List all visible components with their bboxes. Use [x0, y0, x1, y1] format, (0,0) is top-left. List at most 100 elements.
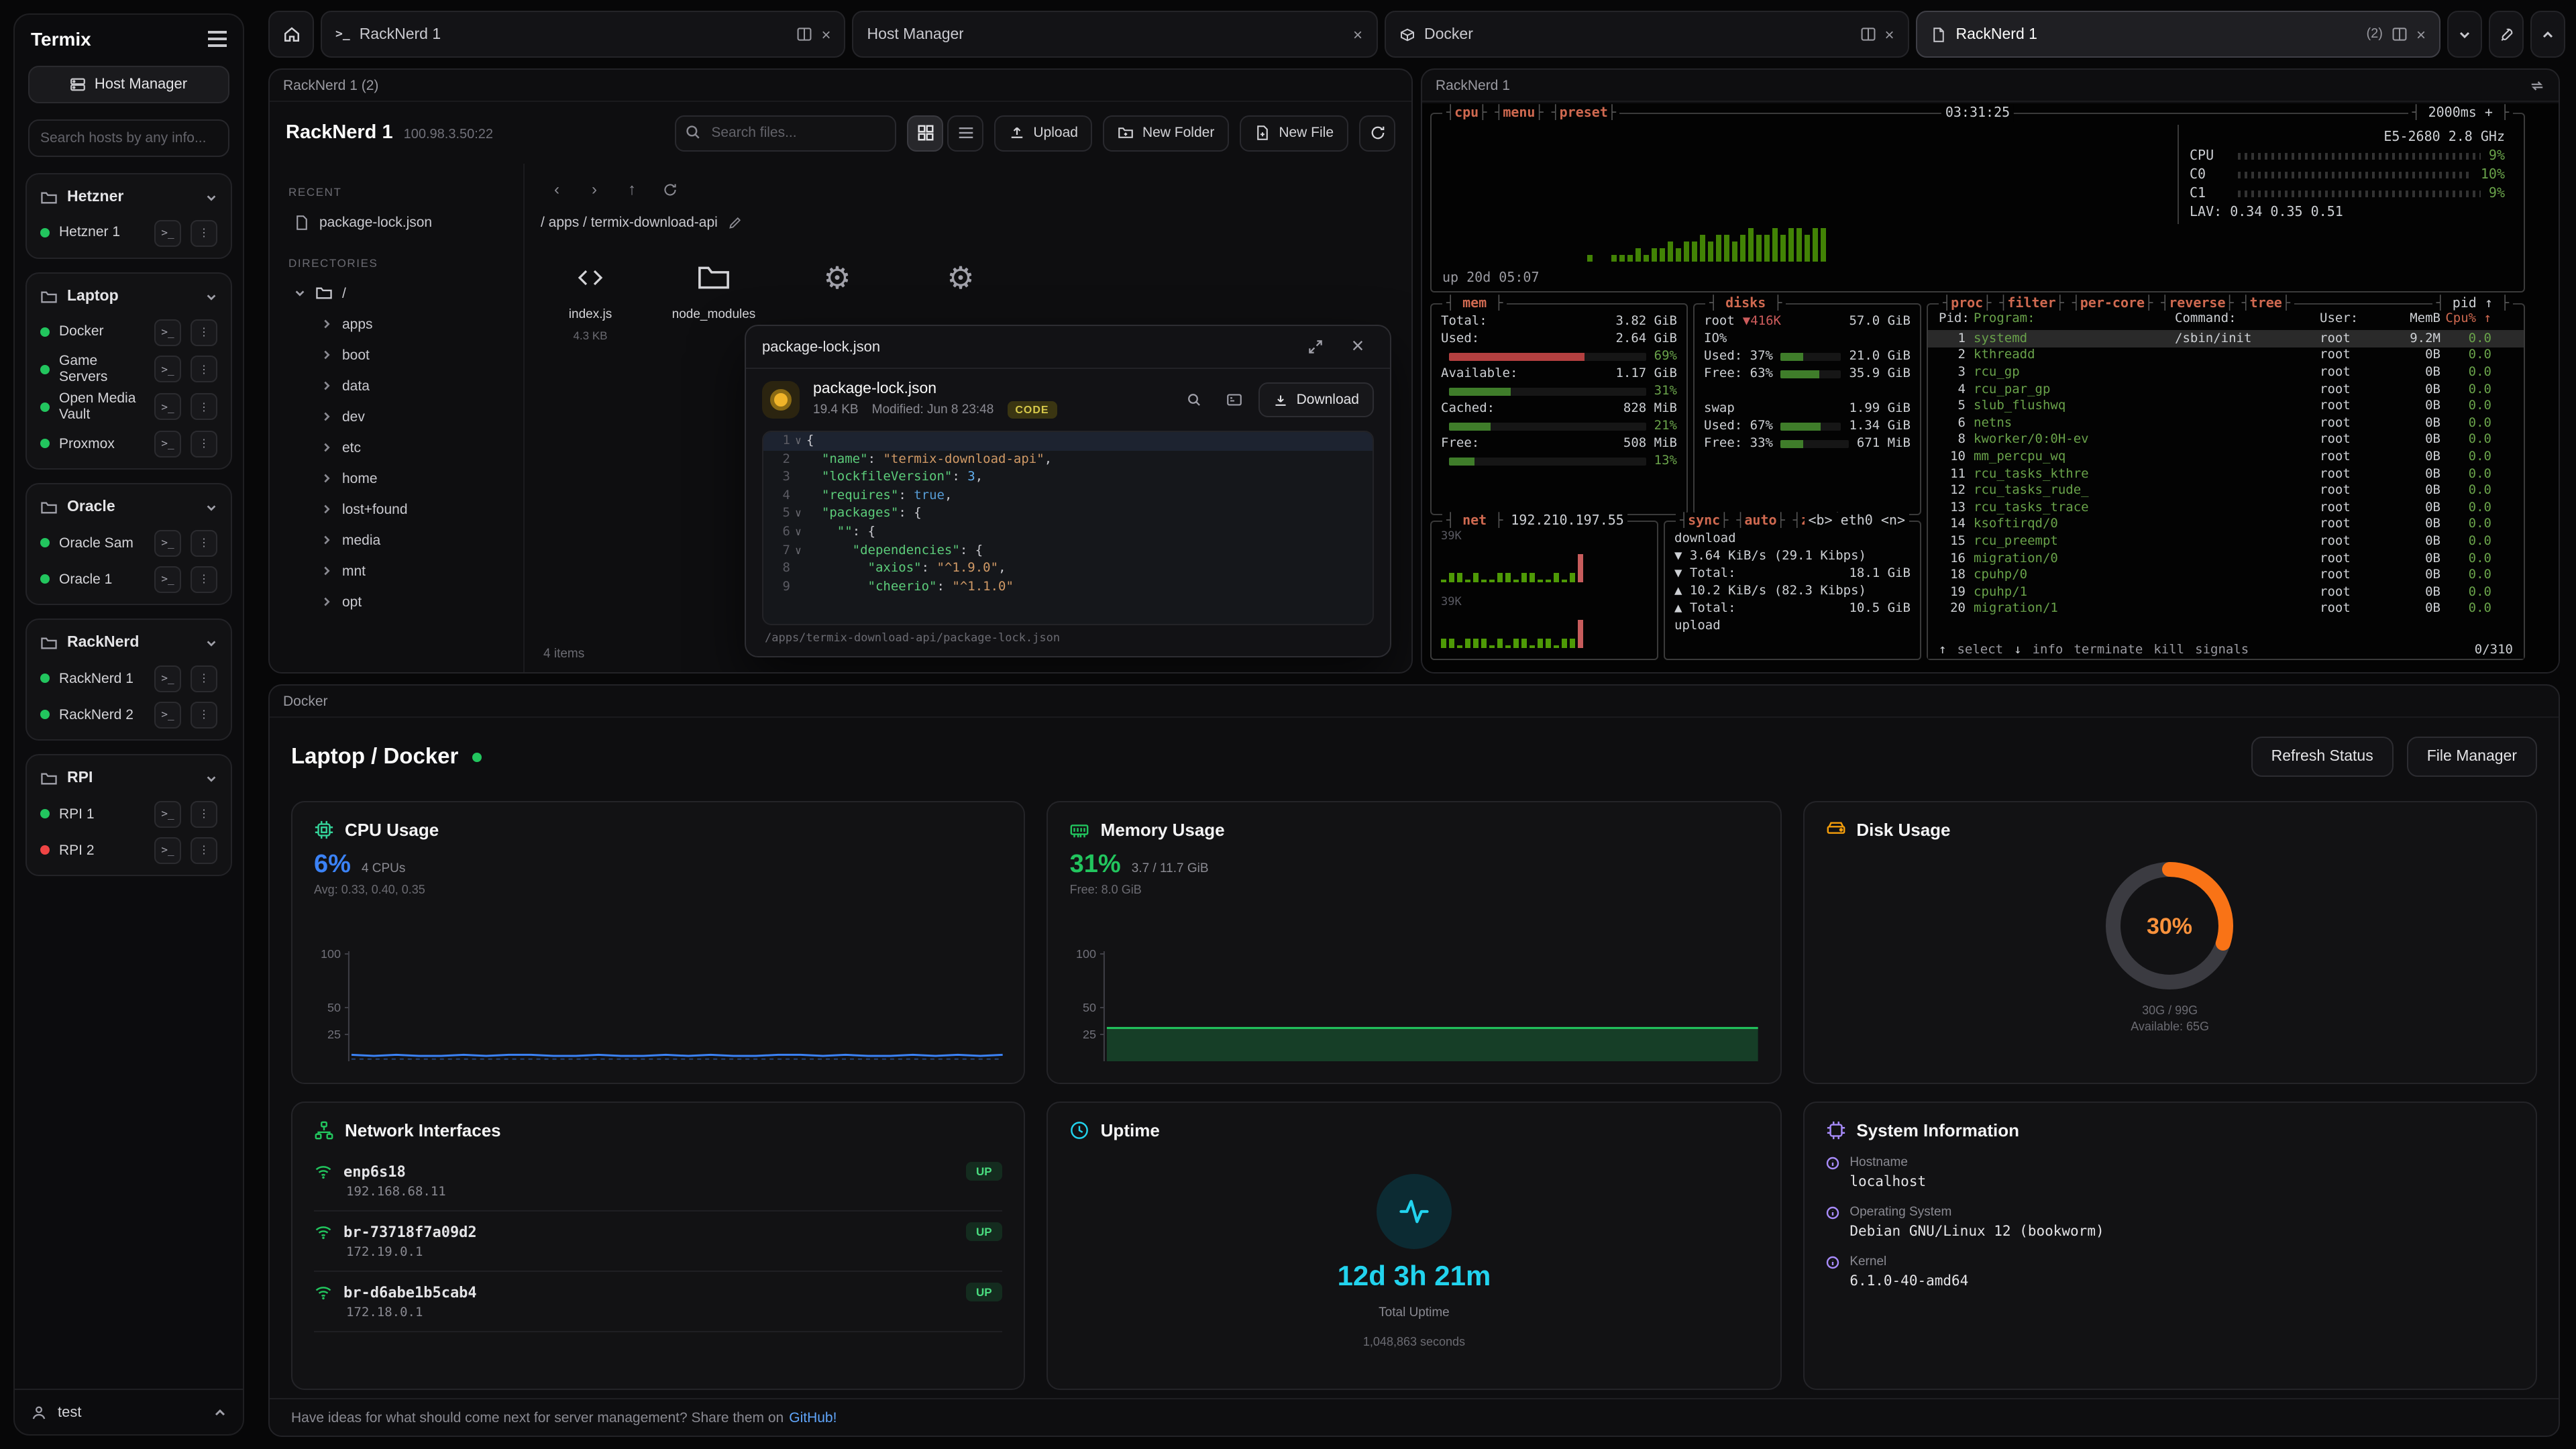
tree-item[interactable]: dev [288, 401, 510, 432]
docker-file-manager-button[interactable]: File Manager [2407, 737, 2537, 777]
split-view-icon[interactable] [797, 27, 812, 42]
proc-option[interactable]: filter [2007, 297, 2055, 311]
tree-item[interactable]: boot [288, 339, 510, 370]
process-row[interactable]: 11rcu_tasks_kthreroot0B0.0 [1928, 466, 2524, 482]
host-terminal-button[interactable]: >_ [154, 702, 181, 729]
new-folder-button[interactable]: New Folder [1104, 115, 1229, 151]
host-group-header[interactable]: Laptop [34, 279, 224, 314]
host-group-header[interactable]: Oracle [34, 490, 224, 525]
modal-search-button[interactable] [1179, 384, 1211, 416]
process-row[interactable]: 15rcu_preemptroot0B0.0 [1928, 533, 2524, 549]
process-row[interactable]: 1systemd/sbin/initroot9.2M0.0 [1928, 330, 2524, 347]
btop-menu-item[interactable]: cpu [1454, 106, 1479, 121]
list-view-button[interactable] [947, 115, 983, 151]
close-icon[interactable]: × [1884, 25, 1894, 44]
btop-menu-item[interactable]: menu [1503, 106, 1535, 121]
process-row[interactable]: 19cpuhp/1root0B0.0 [1928, 584, 2524, 600]
fold-icon[interactable]: ∨ [790, 523, 806, 541]
nav-forward-button[interactable]: › [578, 174, 610, 204]
host-menu-button[interactable]: ⋮ [191, 219, 217, 246]
nav-refresh-button[interactable] [653, 174, 686, 204]
host-manager-button[interactable]: Host Manager [28, 66, 229, 103]
modal-editor-button[interactable] [1219, 384, 1251, 416]
process-row[interactable]: 6netnsroot0B0.0 [1928, 415, 2524, 431]
host-menu-button[interactable]: ⋮ [191, 530, 217, 557]
recent-file[interactable]: package-lock.json [288, 207, 510, 237]
host-item[interactable]: Oracle 1>_⋮ [34, 561, 224, 598]
host-item[interactable]: RackNerd 2>_⋮ [34, 697, 224, 733]
host-menu-button[interactable]: ⋮ [191, 431, 217, 458]
tree-item[interactable]: lost+found [288, 494, 510, 525]
process-row[interactable]: 8kworker/0:0H-evroot0B0.0 [1928, 431, 2524, 448]
process-row[interactable]: 3rcu_gproot0B0.0 [1928, 364, 2524, 380]
process-row[interactable]: 4rcu_par_gproot0B0.0 [1928, 381, 2524, 398]
process-row[interactable]: 14ksoftirqd/0root0B0.0 [1928, 516, 2524, 533]
terminal-screen[interactable]: ┤cpu├┤menu├┤preset├ 03:31:25 ┤2000ms +├ … [1422, 103, 2559, 672]
proc-option[interactable]: tree [2250, 297, 2282, 311]
host-menu-button[interactable]: ⋮ [191, 801, 217, 828]
nav-back-button[interactable]: ‹ [541, 174, 573, 204]
host-search-input[interactable] [28, 119, 229, 157]
expand-button[interactable] [1299, 331, 1331, 363]
process-row[interactable]: 20migration/1root0B0.0 [1928, 600, 2524, 617]
process-row[interactable]: 2kthreaddroot0B0.0 [1928, 347, 2524, 364]
btop-menu-item[interactable]: preset [1560, 106, 1608, 121]
host-menu-button[interactable]: ⋮ [191, 702, 217, 729]
host-item[interactable]: RPI 2>_⋮ [34, 833, 224, 869]
host-terminal-button[interactable]: >_ [154, 665, 181, 692]
tab-racknerd-1[interactable]: RackNerd 1(2)× [1916, 11, 2441, 58]
tree-item[interactable]: data [288, 370, 510, 401]
host-terminal-button[interactable]: >_ [154, 219, 181, 246]
breadcrumb[interactable]: / apps / termix-download-api [541, 215, 1395, 231]
host-item[interactable]: Oracle Sam>_⋮ [34, 525, 224, 561]
host-menu-button[interactable]: ⋮ [191, 356, 217, 382]
close-icon[interactable]: × [1353, 25, 1362, 44]
split-view-icon[interactable] [1860, 27, 1875, 42]
tree-item[interactable]: home [288, 463, 510, 494]
split-view-icon[interactable] [2392, 27, 2407, 42]
proc-option[interactable]: proc [1951, 297, 1983, 311]
fold-icon[interactable]: ∨ [790, 505, 806, 523]
upload-button[interactable]: Upload [994, 115, 1093, 151]
process-row[interactable]: 18cpuhp/0root0B0.0 [1928, 567, 2524, 584]
file-search-input[interactable] [675, 115, 896, 151]
tree-item[interactable]: etc [288, 432, 510, 463]
host-menu-button[interactable]: ⋮ [191, 319, 217, 345]
process-row[interactable]: 12rcu_tasks_rude_root0B0.0 [1928, 482, 2524, 499]
github-link[interactable]: GitHub! [789, 1409, 837, 1426]
host-terminal-button[interactable]: >_ [154, 566, 181, 593]
process-row[interactable]: 5slub_flushwqroot0B0.0 [1928, 398, 2524, 415]
fm-refresh-button[interactable] [1359, 115, 1395, 151]
host-menu-button[interactable]: ⋮ [191, 566, 217, 593]
host-menu-button[interactable]: ⋮ [191, 837, 217, 864]
host-terminal-button[interactable]: >_ [154, 801, 181, 828]
host-terminal-button[interactable]: >_ [154, 393, 181, 420]
new-file-button[interactable]: New File [1240, 115, 1348, 151]
host-item[interactable]: Proxmox>_⋮ [34, 426, 224, 462]
tools-button[interactable] [2489, 11, 2524, 58]
tabs-dropdown-button[interactable] [2447, 11, 2482, 58]
tree-item[interactable]: opt [288, 586, 510, 617]
process-row[interactable]: 13rcu_tasks_traceroot0B0.0 [1928, 499, 2524, 516]
tree-root[interactable]: / [288, 278, 510, 309]
file-grid-item[interactable]: index.js4.3 KB [541, 250, 640, 343]
close-icon[interactable]: × [821, 25, 830, 44]
code-preview[interactable]: 1∨{2 "name": "termix-download-api",3 "lo… [762, 431, 1374, 625]
process-row[interactable]: 10mm_percpu_wqroot0B0.0 [1928, 448, 2524, 465]
host-item[interactable]: Docker>_⋮ [34, 314, 224, 350]
pencil-icon[interactable] [729, 216, 742, 229]
tree-item[interactable]: media [288, 525, 510, 555]
fold-icon[interactable]: ∨ [790, 432, 806, 450]
host-item[interactable]: RackNerd 1>_⋮ [34, 661, 224, 697]
tab-racknerd-1[interactable]: >_RackNerd 1× [321, 11, 846, 58]
refresh-status-button[interactable]: Refresh Status [2251, 737, 2394, 777]
download-button[interactable]: Download [1259, 382, 1374, 417]
host-terminal-button[interactable]: >_ [154, 837, 181, 864]
host-menu-button[interactable]: ⋮ [191, 665, 217, 692]
host-terminal-button[interactable]: >_ [154, 431, 181, 458]
sidebar-menu-button[interactable] [208, 28, 227, 50]
host-item[interactable]: Open Media Vault>_⋮ [34, 388, 224, 425]
close-button[interactable]: × [1342, 331, 1374, 363]
tab-docker[interactable]: Docker× [1384, 11, 1909, 58]
terminal-sync-button[interactable] [2529, 77, 2545, 93]
